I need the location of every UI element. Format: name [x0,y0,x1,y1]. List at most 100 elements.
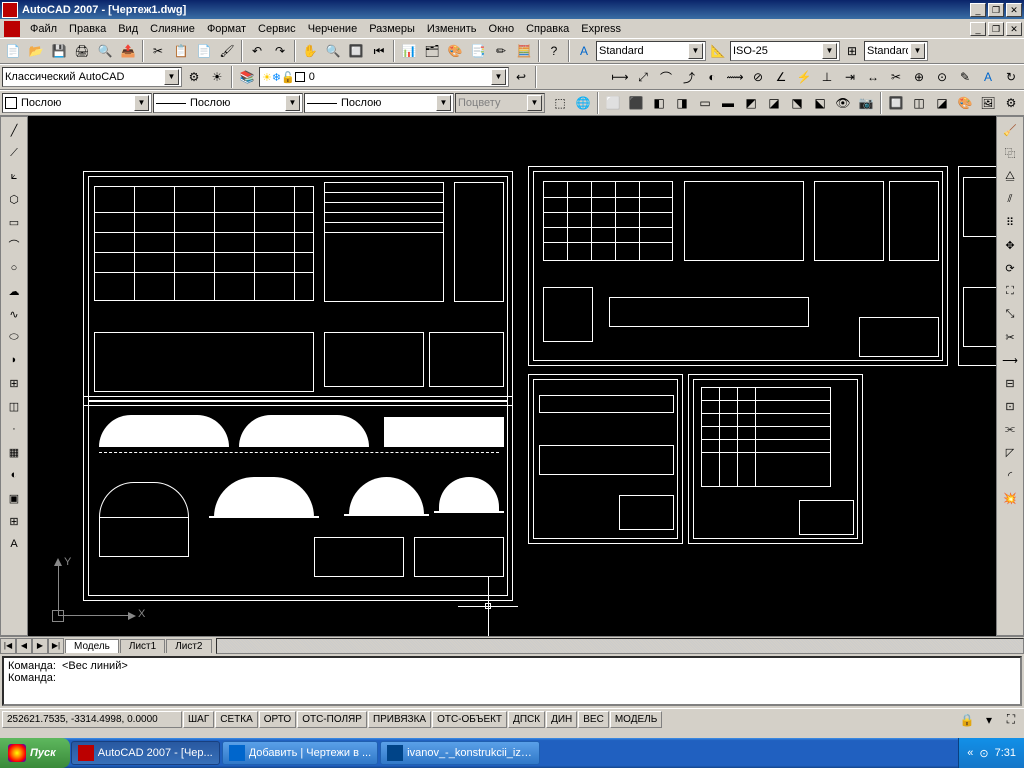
dim-update-button[interactable]: ↻ [1000,66,1022,88]
view-se-button[interactable]: ◪ [763,92,785,114]
ws-settings-button[interactable]: ⚙ [183,66,205,88]
workspace-combo[interactable]: Классический AutoCAD▼ [2,67,182,87]
vs-realistic-button[interactable]: 🎨 [954,92,976,114]
text-style-combo[interactable]: Standard▼ [596,41,706,61]
menu-tools[interactable]: Сервис [252,21,302,37]
dropdown-icon[interactable]: ▼ [688,43,703,59]
match-button[interactable]: 🖌 [216,40,238,62]
tab-layout2[interactable]: Лист2 [166,639,211,653]
pan-button[interactable]: ✋ [299,40,321,62]
taskbar-item-ie[interactable]: Добавить | Чертежи в ... [222,741,378,765]
dropdown-icon[interactable]: ▼ [822,43,837,59]
view-left-button[interactable]: ◧ [648,92,670,114]
layer-combo[interactable]: ☀❄🔓 0▼ [259,67,509,87]
lineweight-combo[interactable]: Послою▼ [304,93,454,113]
chamfer-button[interactable]: ◸ [999,441,1021,463]
dim-style-button[interactable]: 📐 [707,40,729,62]
menu-format[interactable]: Формат [201,21,252,37]
view-top-button[interactable]: ⬜ [602,92,624,114]
array-button[interactable]: ⠿ [999,211,1021,233]
help-button[interactable]: ? [543,40,565,62]
view-back-button[interactable]: ▬ [717,92,739,114]
command-window[interactable]: Команда: <Вес линий> Команда: [2,656,1022,706]
dim-diameter-button[interactable]: ⊘ [747,66,769,88]
tray-app-icon[interactable]: ⊙ [979,747,988,760]
ssm-button[interactable]: 📑 [467,40,489,62]
erase-button[interactable]: 🧹 [999,119,1021,141]
paste-button[interactable]: 📄 [193,40,215,62]
tray-icon[interactable]: ▾ [978,709,1000,731]
vs-manage-button[interactable]: ⚙ [1000,92,1022,114]
rectangle-button[interactable]: ▭ [3,211,25,233]
dyn-toggle[interactable]: ДИН [546,711,577,728]
dim-angular-button[interactable]: ∠ [770,66,792,88]
menu-edit[interactable]: Правка [63,21,112,37]
dim-quick-button[interactable]: ⚡ [793,66,815,88]
menu-merge[interactable]: Слияние [144,21,201,37]
dim-arc-button[interactable]: ⌒ [655,66,677,88]
menu-dimension[interactable]: Размеры [363,21,421,37]
view-sw-button[interactable]: ◩ [740,92,762,114]
copy-button[interactable]: 📋 [170,40,192,62]
view-ne-button[interactable]: ⬔ [786,92,808,114]
view-right-button[interactable]: ◨ [671,92,693,114]
redo-button[interactable]: ↷ [269,40,291,62]
trim-button[interactable]: ✂ [999,326,1021,348]
menu-modify[interactable]: Изменить [421,21,483,37]
snap-toggle[interactable]: ШАГ [183,711,214,728]
command-prompt[interactable]: Команда: [8,672,1016,684]
menu-file[interactable]: Файл [24,21,63,37]
xline-button[interactable]: ⟋ [3,142,25,164]
ellipse-arc-button[interactable]: ◗ [3,349,25,371]
menu-express[interactable]: Express [575,21,627,37]
named-views-button[interactable]: 👁 [832,92,854,114]
dropdown-icon[interactable]: ▼ [134,95,149,111]
dim-edit-button[interactable]: ✎ [954,66,976,88]
join-button[interactable]: ⫘ [999,418,1021,440]
taskbar-item-autocad[interactable]: AutoCAD 2007 - [Чер... [71,741,220,765]
coords-display[interactable]: 252621.7535, -3314.4998, 0.0000 [2,711,182,728]
mirror-button[interactable]: ⧋ [999,165,1021,187]
otrack-toggle[interactable]: ОТС-ОБЪЕКТ [432,711,507,728]
table-button[interactable]: ⊞ [3,510,25,532]
dropdown-icon[interactable]: ▼ [285,95,300,111]
cut-button[interactable]: ✂ [147,40,169,62]
close-button[interactable]: ✕ [1006,3,1022,17]
polar-toggle[interactable]: ОТС-ПОЛЯР [297,711,367,728]
taskbar-item-doc[interactable]: ivanov_-_konstrukcii_iz_... [380,741,540,765]
vs-3d-button[interactable]: ◫ [908,92,930,114]
zoom-win-button[interactable]: 🔲 [345,40,367,62]
menu-draw[interactable]: Черчение [302,21,364,37]
dim-aligned-button[interactable]: ⤢ [632,66,654,88]
drawing-canvas[interactable]: Y X [28,116,996,636]
zoom-rt-button[interactable]: 🔍 [322,40,344,62]
model-toggle[interactable]: МОДЕЛЬ [610,711,662,728]
arc-button[interactable]: ⌒ [3,234,25,256]
menu-help[interactable]: Справка [520,21,575,37]
break-button[interactable]: ⊡ [999,395,1021,417]
vs-conceptual-button[interactable]: 🖼 [977,92,999,114]
calc-button[interactable]: 🧮 [513,40,535,62]
clock[interactable]: 7:31 [995,747,1016,759]
dim-continue-button[interactable]: ⇥ [839,66,861,88]
dim-baseline-button[interactable]: ⊥ [816,66,838,88]
clean-screen-button[interactable]: ⛶ [1000,709,1022,731]
menu-window[interactable]: Окно [483,21,521,37]
circle-button[interactable]: ○ [3,257,25,279]
gradient-button[interactable]: ◐ [3,464,25,486]
tab-layout1[interactable]: Лист1 [120,639,165,653]
make-block-button[interactable]: ◫ [3,395,25,417]
camera-button[interactable]: 📷 [855,92,877,114]
extend-button[interactable]: ⟶ [999,349,1021,371]
properties-button[interactable]: 📊 [398,40,420,62]
h-scrollbar[interactable] [216,638,1024,654]
dropdown-icon[interactable]: ▼ [164,69,179,85]
mtext-button[interactable]: A [3,533,25,555]
preview-button[interactable]: 🔍 [94,40,116,62]
copy-obj-button[interactable]: ⿻ [999,142,1021,164]
fillet-button[interactable]: ◜ [999,464,1021,486]
dropdown-icon[interactable]: ▼ [910,43,925,59]
open-button[interactable]: 📂 [25,40,47,62]
explode-button[interactable]: 💥 [999,487,1021,509]
ducs-toggle[interactable]: ДПСК [508,711,545,728]
